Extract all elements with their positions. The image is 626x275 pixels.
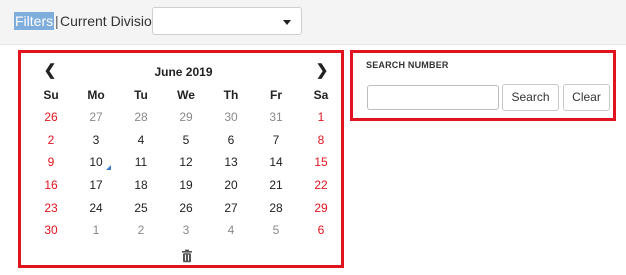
separator: | bbox=[55, 13, 59, 29]
calendar-day[interactable]: 4 bbox=[119, 130, 163, 150]
weekday-sunday: Su bbox=[43, 88, 59, 102]
weekday-thursday: Th bbox=[223, 88, 239, 102]
calendar-day[interactable]: 14 bbox=[254, 152, 298, 172]
calendar-day[interactable]: 19 bbox=[164, 175, 208, 195]
current-division-select[interactable] bbox=[152, 7, 302, 35]
calendar-day[interactable]: 21 bbox=[254, 175, 298, 195]
trash-icon[interactable] bbox=[180, 249, 194, 263]
calendar-day[interactable]: 12 bbox=[164, 152, 208, 172]
calendar-day[interactable]: 16 bbox=[29, 175, 73, 195]
calendar-day[interactable]: 30 bbox=[209, 107, 253, 127]
calendar-day[interactable]: 9 bbox=[29, 152, 73, 172]
calendar-day[interactable]: 31 bbox=[254, 107, 298, 127]
search-button[interactable]: Search bbox=[502, 84, 559, 111]
chevron-left-icon[interactable]: ❮ bbox=[42, 63, 58, 79]
search-number-title: SEARCH NUMBER bbox=[366, 60, 449, 70]
calendar-day[interactable]: 23 bbox=[29, 198, 73, 218]
calendar-day[interactable]: 26 bbox=[29, 107, 73, 127]
calendar-panel: ❮ June 2019 ❯ Su Mo Tu We Th Fr Sa 26 27 2… bbox=[18, 50, 344, 268]
calendar-day[interactable]: 30 bbox=[29, 220, 73, 240]
calendar-day[interactable]: 5 bbox=[254, 220, 298, 240]
calendar-day[interactable]: 4 bbox=[209, 220, 253, 240]
calendar-day[interactable]: 6 bbox=[209, 130, 253, 150]
calendar-day[interactable]: 3 bbox=[74, 130, 118, 150]
calendar-day[interactable]: 26 bbox=[164, 198, 208, 218]
calendar-day[interactable]: 24 bbox=[74, 198, 118, 218]
weekday-monday: Mo bbox=[87, 88, 105, 102]
calendar-day[interactable]: 18 bbox=[119, 175, 163, 195]
filter-bar: Filters | Current Division: bbox=[0, 0, 626, 45]
chevron-right-icon[interactable]: ❯ bbox=[314, 63, 330, 79]
calendar-day[interactable]: 28 bbox=[119, 107, 163, 127]
search-number-panel: SEARCH NUMBER Search Clear bbox=[350, 50, 616, 121]
calendar-day[interactable]: 1 bbox=[74, 220, 118, 240]
calendar-day-today[interactable]: 10 bbox=[74, 152, 118, 172]
calendar-day[interactable]: 25 bbox=[119, 198, 163, 218]
calendar-day[interactable]: 2 bbox=[119, 220, 163, 240]
calendar-day[interactable]: 13 bbox=[209, 152, 253, 172]
filters-label: Filters bbox=[14, 12, 55, 30]
month-title[interactable]: June 2019 bbox=[101, 65, 266, 79]
calendar-day[interactable]: 1 bbox=[299, 107, 343, 127]
weekday-wednesday: We bbox=[177, 88, 195, 102]
calendar-day[interactable]: 28 bbox=[254, 198, 298, 218]
calendar-day[interactable]: 29 bbox=[299, 198, 343, 218]
calendar-day[interactable]: 17 bbox=[74, 175, 118, 195]
weekday-tuesday: Tu bbox=[134, 88, 148, 102]
weekday-saturday: Sa bbox=[313, 88, 329, 102]
current-division-label: Current Division: bbox=[60, 13, 164, 29]
calendar-day[interactable]: 29 bbox=[164, 107, 208, 127]
calendar-day[interactable]: 22 bbox=[299, 175, 343, 195]
caret-down-icon bbox=[283, 20, 291, 25]
calendar-day[interactable]: 27 bbox=[209, 198, 253, 218]
today-marker-icon bbox=[106, 165, 111, 170]
calendar-day[interactable]: 27 bbox=[74, 107, 118, 127]
calendar-day[interactable]: 5 bbox=[164, 130, 208, 150]
calendar-day[interactable]: 20 bbox=[209, 175, 253, 195]
calendar-day[interactable]: 8 bbox=[299, 130, 343, 150]
search-number-input[interactable] bbox=[367, 85, 499, 110]
weekday-friday: Fr bbox=[270, 88, 282, 102]
clear-button[interactable]: Clear bbox=[563, 84, 610, 111]
weekday-header-row: Su Mo Tu We Th Fr Sa bbox=[27, 88, 340, 104]
calendar-day[interactable]: 11 bbox=[119, 152, 163, 172]
calendar-day[interactable]: 6 bbox=[299, 220, 343, 240]
calendar-day[interactable]: 7 bbox=[254, 130, 298, 150]
calendar-day[interactable]: 2 bbox=[29, 130, 73, 150]
calendar-day[interactable]: 15 bbox=[299, 152, 343, 172]
calendar-day[interactable]: 3 bbox=[164, 220, 208, 240]
